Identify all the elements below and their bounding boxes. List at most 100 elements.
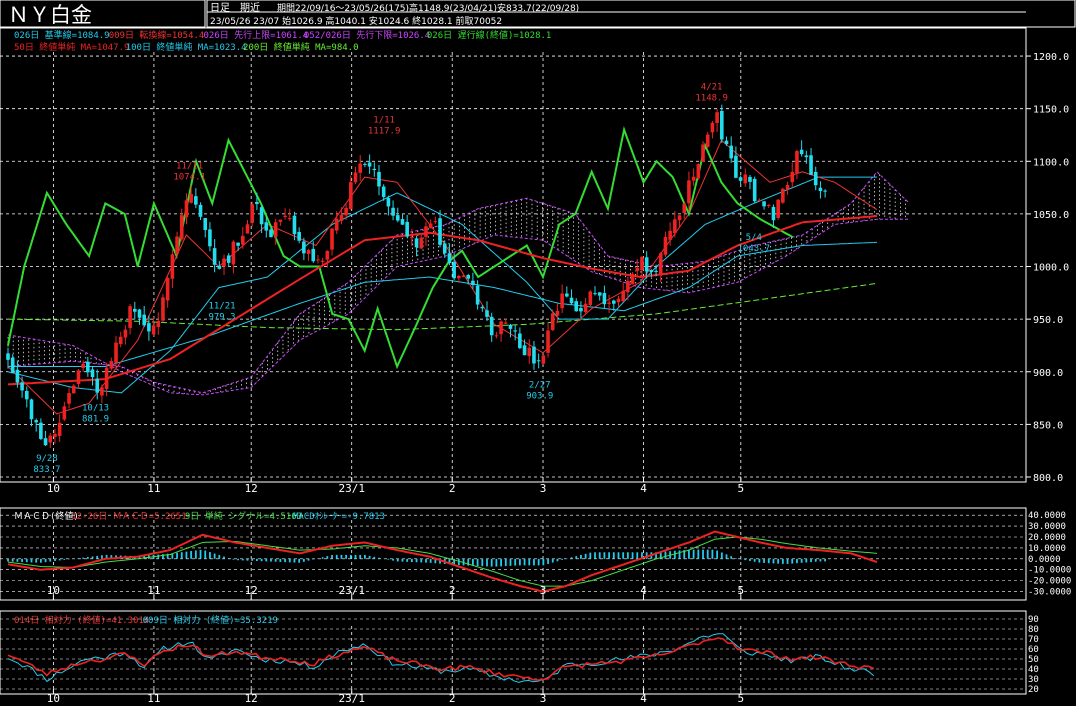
candle-body	[161, 297, 165, 321]
annotation-date: 11/11	[176, 162, 203, 172]
candle-body	[311, 248, 316, 262]
candle-body	[194, 196, 198, 205]
legend-item: ＭＡＣＤ(終値)	[14, 510, 79, 522]
macd-label: -30.0000	[1028, 588, 1071, 598]
candle-body	[785, 185, 790, 190]
candle-body	[302, 241, 306, 254]
candle-body	[367, 162, 372, 167]
candle-body	[128, 306, 132, 328]
macd-label: 40.0000	[1028, 511, 1066, 521]
macd-label: 30.0000	[1028, 522, 1066, 532]
month-label: 2	[449, 584, 456, 597]
annotation-value: 1043.7	[738, 244, 771, 254]
candle-body	[771, 206, 776, 221]
candle-body	[137, 309, 142, 318]
candle-body	[433, 221, 438, 223]
candle-body	[132, 308, 137, 312]
candle-body	[405, 221, 409, 237]
candle-body	[630, 274, 635, 285]
candle-body	[611, 300, 616, 304]
candle-body	[395, 215, 400, 221]
candle-body	[175, 236, 179, 254]
legend-item: 200日 終値単純 MA=984.0	[243, 41, 358, 53]
candle-body	[353, 172, 358, 183]
price-label: 1200.0	[1033, 52, 1069, 63]
month-label: 4	[640, 584, 647, 597]
legend-item: 026日 遅行線(終値)=1028.1	[427, 29, 551, 41]
candle-body	[203, 218, 208, 231]
candle-body	[10, 357, 15, 373]
month-label: 12	[245, 482, 258, 495]
price-label: 900.0	[1033, 368, 1063, 379]
ma-legend: 50日 終値単純 MA=1047.9100日 終値単純 MA=1023.4200…	[14, 41, 359, 53]
candle-body	[687, 180, 691, 204]
candle-body	[635, 267, 640, 272]
candle-body	[410, 236, 414, 238]
candle-body	[466, 275, 471, 279]
candle-body	[363, 163, 367, 165]
candle-body	[381, 186, 386, 197]
candle-body	[607, 302, 611, 304]
candle-body	[273, 222, 278, 237]
annotation-value: 979.3	[208, 313, 235, 323]
candle-body	[109, 361, 114, 369]
candle-body	[471, 280, 475, 286]
candle-body	[757, 199, 762, 201]
candle-body	[259, 207, 264, 225]
month-label: 2	[449, 692, 456, 705]
candle-body	[104, 367, 109, 390]
candle-body	[804, 155, 809, 158]
annotation-value: 1117.9	[368, 126, 401, 136]
candle-body	[339, 214, 344, 221]
candle-body	[349, 182, 353, 210]
candle-body	[377, 171, 381, 187]
candle-body	[391, 207, 395, 216]
month-label: 11	[147, 692, 160, 705]
candle-body	[179, 215, 184, 240]
price-label: 950.0	[1033, 315, 1063, 326]
candle-body	[306, 249, 311, 254]
candle-body	[710, 122, 715, 133]
range-info: 期間22/09/16～23/05/26(175)高1148.9(23/04/21…	[277, 2, 579, 14]
candle-body	[593, 293, 597, 295]
month-label: 2	[449, 482, 456, 495]
macd-label: 10.0000	[1028, 544, 1066, 554]
month-label: 10	[47, 584, 60, 597]
candle-body	[212, 248, 217, 265]
candle-body	[236, 242, 240, 246]
candle-body	[156, 321, 161, 327]
candle-body	[565, 293, 569, 297]
ichimoku-legend: 026日 基準線=1084.9 009日 転換線=1054.4 026日 先行上限=…	[14, 29, 551, 41]
ohlc-info: 23/05/26 23/07 始1026.9 高1040.1 安1024.6 終…	[210, 15, 502, 27]
candle-body	[255, 201, 259, 205]
candle-body	[241, 235, 245, 245]
candle-body	[264, 222, 269, 231]
legend-item: 9日 単純 シグナル=4.5163	[185, 510, 302, 522]
month-label: 23/1	[338, 584, 365, 597]
candle-body	[508, 324, 513, 329]
candle-body	[316, 259, 320, 261]
candle-body	[720, 110, 724, 140]
candle-body	[809, 155, 813, 175]
candle-body	[452, 261, 456, 279]
candle-body	[799, 149, 804, 155]
legend-item: 50日 終値単純 MA=1047.9	[14, 41, 129, 53]
candle-body	[231, 241, 236, 265]
candle-body	[287, 218, 292, 220]
candle-body	[705, 134, 710, 147]
candle-body	[71, 385, 76, 394]
candle-body	[499, 321, 503, 335]
candle-body	[480, 306, 485, 309]
candle-body	[20, 382, 24, 391]
candle-body	[81, 363, 85, 368]
legend-item: 009日 相対力 (終値)=35.3219	[143, 614, 278, 626]
candle-body	[743, 174, 748, 184]
price-label: 1150.0	[1033, 105, 1069, 116]
candle-body	[461, 275, 466, 277]
candle-body	[626, 280, 630, 293]
candle-body	[518, 333, 522, 349]
candle-body	[715, 112, 719, 123]
candle-body	[569, 297, 574, 304]
candle-body	[198, 204, 203, 217]
candle-body	[6, 353, 10, 360]
